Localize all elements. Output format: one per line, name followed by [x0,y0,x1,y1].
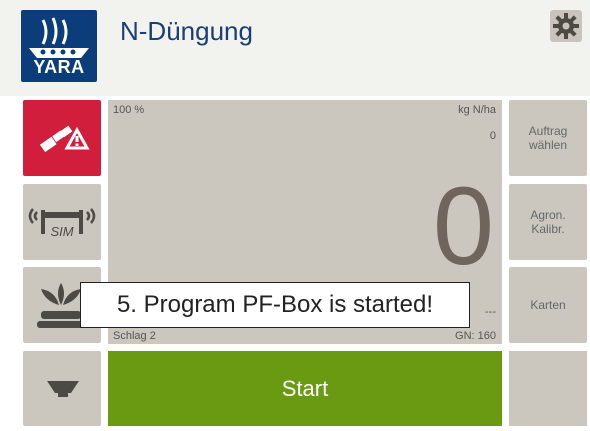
gn-value: GN: 160 [455,330,496,342]
gn-label: GN: [455,330,475,342]
rate-percent: 100 % [113,104,145,116]
rate-unit: kg N/ha [458,104,496,116]
gn-number: 160 [477,330,496,342]
start-button[interactable]: Start [108,351,502,426]
yara-logo: YARA [21,10,97,82]
sim-icon: SIM [28,208,96,239]
sim-icon-label: SIM [50,224,73,239]
rate-dash: --- [485,306,496,318]
field-label: Schlag 2 [113,330,156,342]
sensor-warning-icon [39,125,90,153]
hopper-icon [47,381,79,397]
empty-right-slot [509,351,587,426]
page-title: N-Düngung [120,16,253,46]
maps-button[interactable]: Karten [509,267,587,343]
logo-text: YARA [33,57,85,77]
settings-button[interactable] [550,10,582,42]
viking-ship-icon [29,17,89,58]
agronomic-calibration-button[interactable]: Agron. Kalibr. [509,184,587,260]
target-rate: 0 [489,130,496,142]
gear-icon [553,13,579,39]
hopper-button[interactable] [23,351,101,426]
current-rate: 0 [432,165,494,288]
sim-button[interactable]: SIM [23,184,101,260]
select-job-button[interactable]: Auftrag wählen [509,100,587,176]
step-tooltip: 5. Program PF-Box is started! [80,282,470,328]
sensor-warning-button[interactable] [23,100,101,176]
